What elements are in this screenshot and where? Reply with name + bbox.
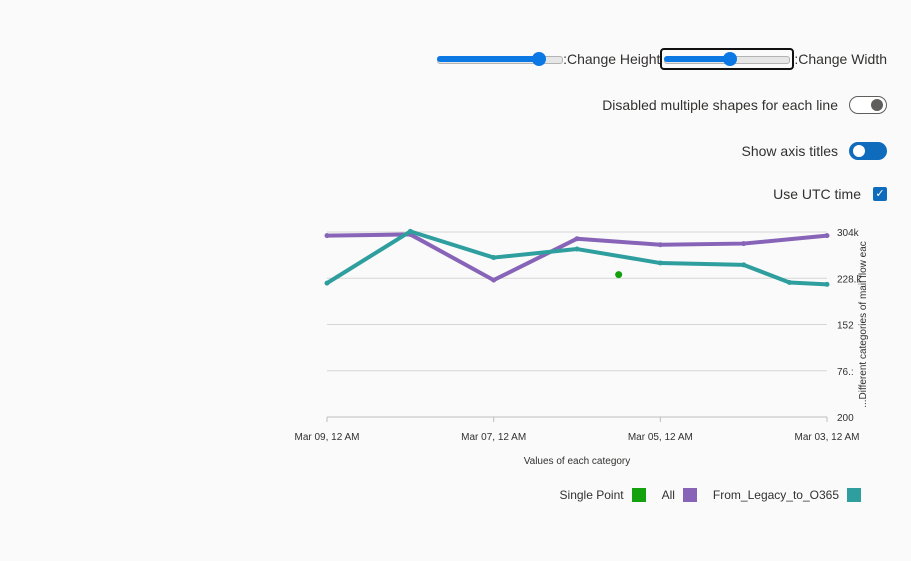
legend-swatch <box>682 488 697 502</box>
data-point-from-legacy-to-o365 <box>491 255 497 261</box>
legend-swatch <box>847 488 861 502</box>
legend-label: Single Point <box>559 488 624 502</box>
data-point-all <box>574 236 580 242</box>
y-tick-label: 152 <box>837 321 854 332</box>
data-point-all <box>491 277 497 283</box>
y-tick-label: 76.: <box>837 367 854 378</box>
data-point-single-point <box>615 271 623 279</box>
data-point-from-legacy-to-o365 <box>787 280 792 286</box>
x-tick-label: Mar 09, 12 AM <box>294 432 359 443</box>
data-point-from-legacy-to-o365 <box>574 246 580 252</box>
data-point-all <box>741 241 747 247</box>
legend-label: From_Legacy_to_O365 <box>712 488 839 502</box>
y-axis-title: ...Different categories of mail flow eac <box>858 241 869 408</box>
x-tick-label: Mar 07, 12 AM <box>461 432 526 443</box>
legend-item-all[interactable]: All <box>662 488 697 502</box>
y-tick-label: 200 <box>837 413 854 424</box>
y-tick-label: 304k <box>837 228 860 239</box>
chart-legend: Single Point All From_Legacy_to_O365 <box>544 488 861 502</box>
x-tick-label: Mar 03, 12 AM <box>794 432 859 443</box>
line-chart: 304k228.k15276.:200Mar 09, 12 AM Mar 07, … <box>294 228 869 467</box>
legend-item-from-legacy[interactable]: From_Legacy_to_O365 <box>713 488 861 502</box>
legend-label: All <box>661 488 675 502</box>
x-tick-label: Mar 05, 12 AM <box>628 432 693 443</box>
data-point-all <box>324 233 330 239</box>
data-point-all <box>657 242 663 248</box>
data-point-from-legacy-to-o365 <box>741 262 747 268</box>
legend-item-single-point[interactable]: Single Point <box>560 488 646 502</box>
data-point-from-legacy-to-o365 <box>324 280 330 286</box>
data-point-from-legacy-to-o365 <box>657 260 663 266</box>
data-point-from-legacy-to-o365 <box>824 281 830 287</box>
x-axis-title: Values of each category <box>524 456 631 467</box>
series-line-all <box>325 232 829 283</box>
legend-swatch <box>631 488 646 502</box>
data-point-from-legacy-to-o365 <box>407 228 413 234</box>
data-point-all <box>824 233 830 239</box>
